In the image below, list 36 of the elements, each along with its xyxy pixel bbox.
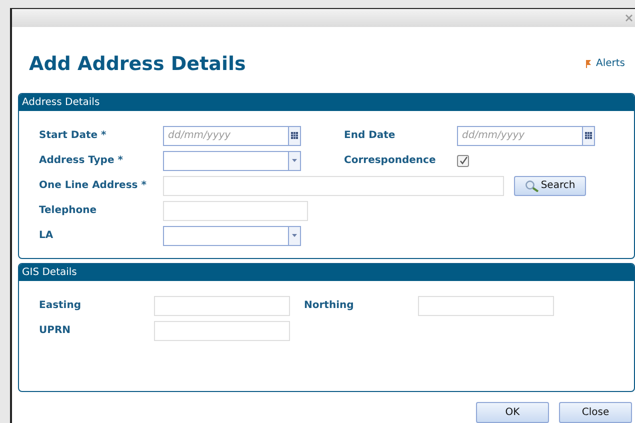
address-field[interactable] <box>163 176 504 196</box>
calendar-button[interactable] <box>289 126 301 146</box>
calendar-icon <box>291 132 298 139</box>
dropdown-field[interactable] <box>163 226 301 246</box>
field-label: Northing <box>304 299 355 313</box>
panel-title: Address Details <box>22 96 100 110</box>
close-button[interactable]: Close <box>559 402 632 423</box>
date-field[interactable]: dd/mm/yyyy <box>163 126 289 146</box>
date-field[interactable]: dd/mm/yyyy <box>457 126 583 146</box>
calendar-button[interactable] <box>583 126 595 146</box>
alerts-link[interactable]: Alerts <box>584 48 625 72</box>
search-icon <box>524 180 539 192</box>
panel-title: GIS Details <box>22 266 77 280</box>
field-label: LA <box>39 229 54 243</box>
field-label: Easting <box>39 299 82 313</box>
input-field[interactable] <box>163 200 308 220</box>
input-field[interactable] <box>418 296 554 316</box>
dialog-heading: Add Address Details <box>29 52 246 77</box>
field-label: Address Type * <box>39 154 124 168</box>
field-label: Correspondence <box>344 154 437 168</box>
input-field[interactable] <box>154 320 290 340</box>
dropdown-field[interactable] <box>163 150 301 170</box>
close-icon[interactable] <box>625 14 633 22</box>
calendar-icon <box>585 132 592 139</box>
flag-icon <box>584 60 592 68</box>
search-button[interactable]: Search <box>514 176 586 196</box>
field-label: End Date <box>344 129 396 143</box>
input-field[interactable] <box>154 296 290 316</box>
field-label: Telephone <box>39 204 98 218</box>
ok-button[interactable]: OK <box>476 402 549 423</box>
dropdown-caret-icon[interactable] <box>292 159 297 162</box>
field-label: UPRN <box>39 324 72 338</box>
dropdown-caret-icon[interactable] <box>292 234 297 237</box>
field-label: Start Date * <box>39 129 108 143</box>
field-label: One Line Address * <box>39 179 148 193</box>
checkbox[interactable] <box>457 154 469 166</box>
